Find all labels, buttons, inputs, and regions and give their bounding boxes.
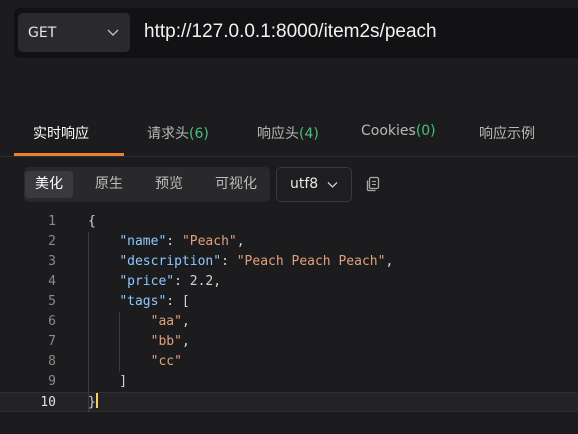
code-line: 4 "price": 2.2, (0, 272, 578, 292)
copy-icon[interactable] (364, 175, 382, 193)
tab-label: 实时响应 (33, 126, 89, 142)
tab-label: Cookies (361, 123, 416, 139)
indent-guide (88, 232, 89, 412)
code-text: "description": "Peach Peach Peach", (119, 254, 394, 269)
line-number: 6 (48, 314, 56, 329)
tab-live-response[interactable]: 实时响应 (33, 123, 89, 143)
view-beautify-button[interactable]: 美化 (25, 171, 73, 198)
code-text: "bb", (150, 334, 190, 349)
line-number: 2 (48, 234, 56, 249)
tab-count: (4) (299, 126, 319, 142)
line-number: 10 (40, 395, 56, 410)
text-cursor (95, 393, 98, 408)
tab-count: (0) (415, 123, 436, 139)
active-tab-indicator (14, 153, 124, 156)
code-text: ] (88, 374, 128, 389)
line-number: 7 (48, 334, 56, 349)
code-line: 6 "aa", (0, 312, 578, 332)
code-line: 7 "bb", (0, 332, 578, 352)
response-body[interactable]: 1{2 "name": "Peach", 3 "description": "Pe… (0, 212, 578, 434)
method-select[interactable]: GET (18, 13, 130, 52)
code-text: "tags": [ (119, 294, 190, 309)
tab-label: 请求头 (147, 126, 189, 142)
line-number: 4 (48, 274, 56, 289)
tab-cookies[interactable]: Cookies(0) (361, 123, 436, 139)
line-number: 5 (48, 294, 56, 309)
line-number: 8 (48, 354, 56, 369)
tab-label: 响应示例 (479, 126, 535, 142)
response-tabs: 实时响应 请求头(6) 响应头(4) Cookies(0) 响应示例 (0, 107, 578, 157)
request-bar: GET http://127.0.0.1:8000/item2s/peach (14, 8, 578, 58)
code-text: "name": "Peach", (119, 234, 245, 249)
spacer (0, 58, 578, 107)
code-line: 10} (0, 392, 578, 412)
method-label: GET (28, 24, 57, 41)
tab-request-headers[interactable]: 请求头(6) (147, 123, 209, 143)
tab-label: 响应头 (257, 126, 299, 142)
line-number: 3 (48, 254, 56, 269)
view-visualize-button[interactable]: 可视化 (205, 171, 267, 198)
code-line: 5 "tags": [ (0, 292, 578, 312)
line-number: 9 (48, 374, 56, 389)
code-line: 2 "name": "Peach", (0, 232, 578, 252)
tab-response-headers[interactable]: 响应头(4) (257, 123, 319, 143)
chevron-down-icon (327, 182, 338, 188)
code-line: 8 "cc" (0, 352, 578, 372)
line-number: 1 (48, 214, 56, 229)
code-text: "aa", (150, 314, 190, 329)
encoding-label: utf8 (290, 176, 319, 192)
code-line: 3 "description": "Peach Peach Peach", (0, 252, 578, 272)
indent-guide (119, 312, 121, 372)
chevron-down-icon (107, 29, 119, 36)
code-line: 1{ (0, 212, 578, 232)
code-text: "cc" (150, 354, 182, 369)
encoding-select[interactable]: utf8 (276, 167, 352, 202)
view-raw-button[interactable]: 原生 (85, 171, 133, 198)
tab-response-example[interactable]: 响应示例 (479, 123, 535, 143)
url-input[interactable]: http://127.0.0.1:8000/item2s/peach (144, 21, 437, 43)
view-preview-button[interactable]: 预览 (145, 171, 193, 198)
code-text: } (88, 393, 98, 410)
code-line: 9 ] (0, 372, 578, 392)
code-text: "price": 2.2, (119, 274, 222, 289)
view-mode-group: 美化 原生 预览 可视化 (24, 167, 270, 202)
code-text: { (88, 214, 96, 229)
tab-count: (6) (189, 126, 209, 142)
